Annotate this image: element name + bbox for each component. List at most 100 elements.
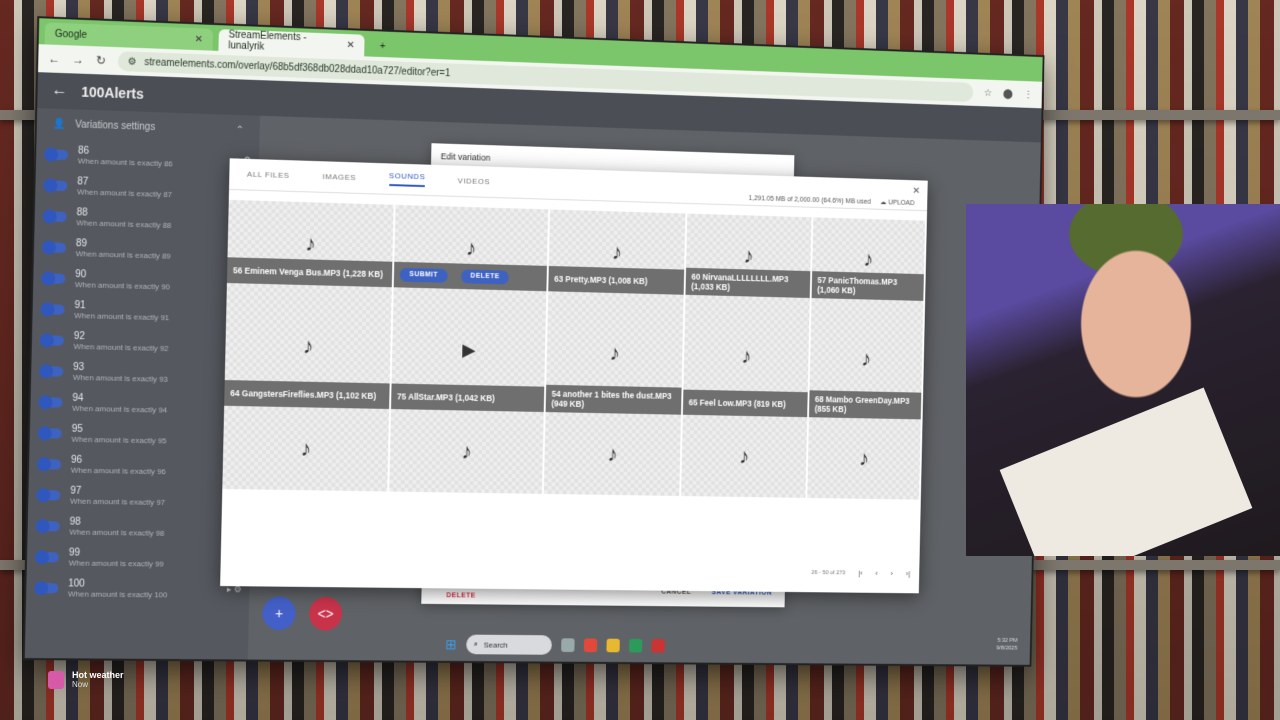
variation-toggle[interactable] [43,179,68,191]
tab-images[interactable]: IMAGES [322,172,356,182]
add-variation-button[interactable]: + [262,596,296,631]
file-caption: 63 Pretty.MP3 (1,008 KB) [548,265,685,295]
delete-file-button[interactable]: DELETE [460,269,510,285]
variation-row[interactable]: 98When amount is exactly 98▸ ⚙ [27,510,251,544]
variation-text: 91 When amount is exactly 91 [74,300,223,323]
notification-toast[interactable]: Hot weather Now [48,670,124,689]
sound-file-tile[interactable]: ♪ [389,409,546,494]
notification-time: Now [72,680,89,689]
sound-file-tile[interactable]: ♪ [681,414,809,498]
variation-row[interactable]: 100 When amount is exactly 100 ▸ ⚙ [26,572,250,605]
tab-all-files[interactable]: ALL FILES [247,170,290,180]
last-page-icon[interactable]: ›| [906,569,911,578]
music-note-icon: ♪ [738,443,750,469]
spotify-icon[interactable] [628,638,643,653]
back-arrow-icon[interactable]: ← [51,82,67,101]
variation-row[interactable]: 96When amount is exactly 96▸ ⚙ [29,448,253,483]
close-icon[interactable]: ✕ [347,39,355,50]
back-icon[interactable]: ← [48,52,60,66]
notification-title: Hot weather [72,670,124,680]
chevron-up-icon: ⌃ [235,124,245,136]
variation-toggle[interactable] [44,148,69,160]
site-info-icon[interactable]: ⚙ [128,56,137,67]
page-count: 26 - 50 of 273 [811,569,846,576]
code-editor-button[interactable]: <> [308,596,343,631]
variation-text: 93 When amount is exactly 93 [73,361,222,384]
variation-row[interactable]: 92When amount is exactly 92▸ ⚙ [32,324,256,360]
forward-icon[interactable]: → [72,52,84,66]
file-caption: 57 PanicThomas.MP3 (1,060 KB) [811,270,924,301]
sound-file-tile[interactable]: ▶ 75 AllStar.MP3 (1,042 KB) [391,287,549,413]
file-caption: 54 another 1 bites the dust.MP3 (949 KB) [545,384,682,415]
weather-icon [48,670,64,689]
variation-condition: When amount is exactly 93 [72,372,168,384]
variation-row[interactable]: 99When amount is exactly 99▸ ⚙ [27,541,251,574]
sound-file-tile[interactable]: ♪ 56 Eminem Venga Bus.MP3 (1,228 KB) [226,199,396,288]
sound-file-tile[interactable]: ♪ 68 Mambo GreenDay.MP3 (855 KB) [808,298,926,420]
variation-toggle[interactable] [38,396,63,408]
task-view-icon[interactable] [560,638,575,653]
extension-icon[interactable]: ⬤ [1003,88,1013,99]
variation-text: 92 When amount is exactly 92 [74,330,223,353]
delete-variation-button[interactable]: DELETE [446,592,475,599]
overlay-title: 100Alerts [81,83,144,102]
variation-row[interactable]: 93When amount is exactly 93▸ ⚙ [31,355,255,391]
system-clock[interactable]: 5:32 PM 9/8/2025 [996,638,1017,653]
clock-date: 9/8/2025 [996,645,1018,652]
variation-toggle[interactable] [39,334,64,346]
tab-sounds[interactable]: SOUNDS [388,171,426,188]
sound-file-tile[interactable]: ♪ 60 NirvanaLLLLLLLL.MP3 (1,033 KB) [685,213,814,299]
next-page-icon[interactable]: › [890,569,893,578]
variation-toggle[interactable] [37,458,62,470]
file-caption: 60 NirvanaLLLLLLLL.MP3 (1,033 KB) [685,267,811,299]
variation-row[interactable]: 97When amount is exactly 97▸ ⚙ [28,479,252,513]
sound-file-tile[interactable]: ♪ 54 another 1 bites the dust.MP3 (949 KB… [545,291,686,415]
play-icon[interactable]: ▶ [462,339,476,360]
variation-toggle[interactable] [41,241,67,253]
variation-toggle[interactable] [35,520,60,531]
tab-videos[interactable]: VIDEOS [458,176,490,186]
music-note-icon: ♪ [607,441,619,466]
music-note-icon: ♪ [611,239,623,265]
variation-toggle[interactable] [36,489,61,500]
variation-toggle[interactable] [42,210,67,222]
variation-toggle[interactable] [34,582,59,593]
variation-text: 94 When amount is exactly 94 [72,392,221,415]
variation-text: 88 When amount is exactly 88 [76,207,225,231]
taskbar-search[interactable]: ⌕ Search [465,634,552,655]
variation-condition: When amount is exactly 100 [67,588,168,599]
music-note-icon: ♪ [461,438,473,464]
sound-file-tile[interactable]: ♪ 65 Feel Low.MP3 (819 KB) [682,294,812,418]
sound-file-tile[interactable]: ♪ 64 GangstersFireflies.MP3 (1,102 KB) [224,283,394,410]
music-note-icon: ♪ [858,446,870,471]
app-icon[interactable] [651,639,665,653]
bookmark-star-icon[interactable]: ☆ [984,88,992,99]
new-tab-icon[interactable]: + [370,35,395,58]
file-explorer-icon[interactable] [606,638,620,653]
menu-icon[interactable]: ⋮ [1024,89,1033,100]
sound-file-tile[interactable]: ♪ [807,417,923,500]
windows-start-icon[interactable]: ⊞ [445,636,457,653]
reload-icon[interactable]: ↻ [96,53,106,67]
sound-file-tile[interactable]: ♪ SUBMIT DELETE [393,204,551,292]
submit-button[interactable]: SUBMIT [399,267,448,283]
sound-file-tile[interactable]: ♪ 57 PanicThomas.MP3 (1,060 KB) [811,217,927,301]
prev-page-icon[interactable]: ‹ [875,569,878,578]
sound-file-tile[interactable]: ♪ 63 Pretty.MP3 (1,008 KB) [548,209,688,295]
variation-row[interactable]: 94When amount is exactly 94▸ ⚙ [30,386,254,421]
first-page-icon[interactable]: |‹ [858,569,863,578]
sound-file-tile[interactable]: ♪ [543,412,683,497]
upload-button[interactable]: ☁ UPLOAD [880,198,915,207]
sound-file-tile[interactable]: ♪ [222,405,392,492]
variation-text: 97 When amount is exactly 97 [70,485,219,507]
variation-toggle[interactable] [37,427,62,439]
chrome-icon[interactable] [583,638,598,653]
variation-toggle[interactable] [39,365,64,377]
music-note-icon: ♪ [300,435,312,461]
variation-row[interactable]: 95When amount is exactly 95▸ ⚙ [30,417,254,452]
variation-toggle[interactable] [40,303,65,315]
close-icon[interactable]: ✕ [912,186,920,197]
close-icon[interactable]: ✕ [195,34,203,45]
variation-toggle[interactable] [41,272,66,284]
variation-toggle[interactable] [34,551,60,562]
